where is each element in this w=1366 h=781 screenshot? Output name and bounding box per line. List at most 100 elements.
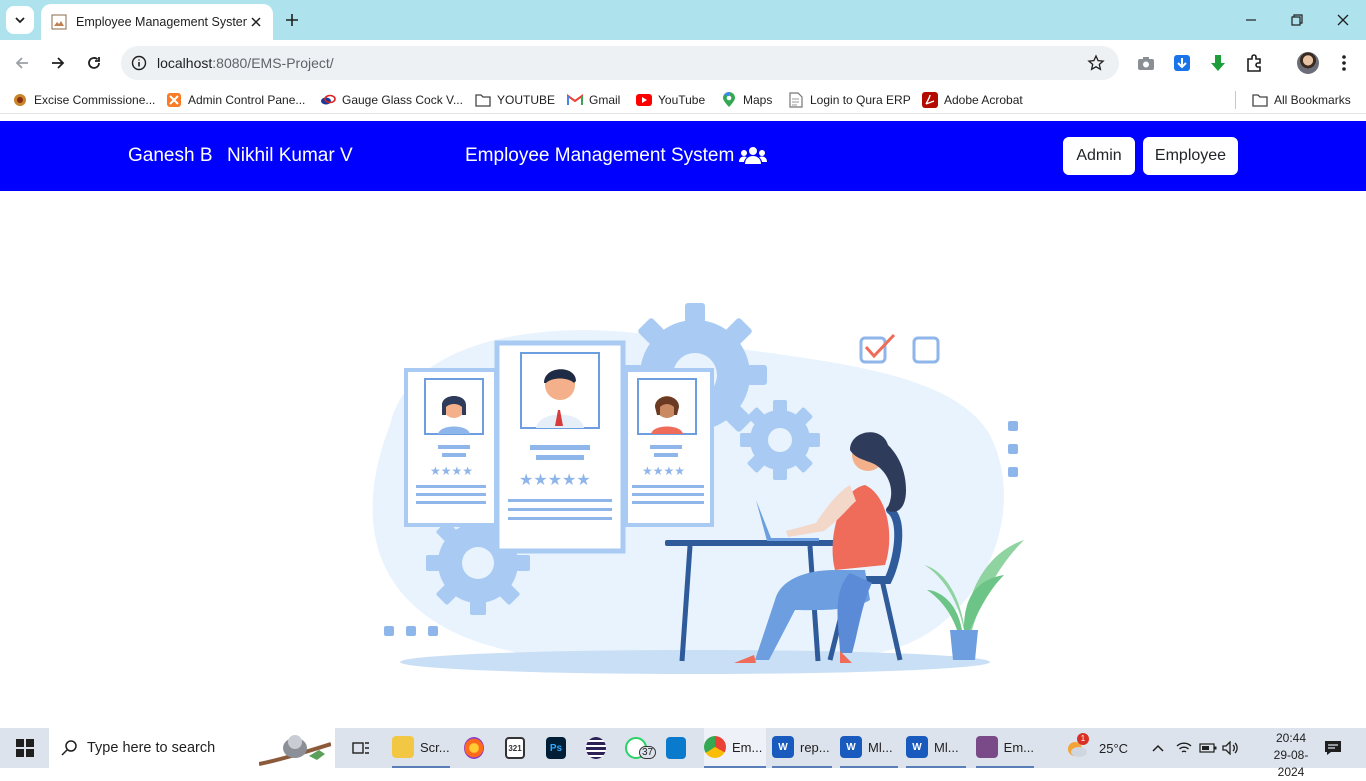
nav-brand[interactable]: Employee Management System (465, 145, 768, 167)
bookmark-item[interactable]: Excise Commissione... (12, 91, 155, 109)
youtube-icon (636, 92, 652, 108)
nav-brand-text: Employee Management System (465, 145, 735, 166)
menu-button[interactable] (1330, 49, 1358, 77)
notifications-button[interactable] (1324, 728, 1342, 768)
close-window-button[interactable] (1320, 6, 1366, 34)
bookmarks-divider (1235, 91, 1236, 109)
restore-button[interactable] (1274, 6, 1320, 34)
battery-button[interactable] (1199, 728, 1217, 768)
profile-avatar[interactable] (1297, 52, 1319, 74)
brand-icon (320, 92, 336, 108)
calendar-icon: 321 (505, 737, 525, 759)
bookmark-item[interactable]: YouTube (636, 91, 705, 109)
reload-button[interactable] (80, 49, 108, 77)
task-view-button[interactable] (350, 728, 372, 768)
forward-button[interactable] (44, 49, 72, 77)
address-bar[interactable]: localhost:8080/EMS-Project/ (121, 46, 1119, 80)
screenshot-button[interactable] (1132, 49, 1160, 77)
taskbar-app-word-1[interactable]: W rep... (772, 728, 832, 768)
bookmark-label: Gauge Glass Cock V... (342, 93, 463, 107)
taskbar-app-whatsapp[interactable]: 37 (625, 728, 661, 768)
search-icon (61, 740, 77, 756)
word-icon: W (772, 736, 794, 758)
browser-tab[interactable]: Employee Management System (41, 4, 273, 40)
taskbar-app-eclipse[interactable] (586, 728, 612, 768)
tab-search-button[interactable] (6, 6, 34, 34)
employee-button[interactable]: Employee (1143, 137, 1238, 175)
bookmark-item[interactable]: Gmail (567, 91, 620, 109)
clock-date: 29-08-2024 (1273, 748, 1309, 779)
browser-toolbar: localhost:8080/EMS-Project/ (0, 40, 1366, 86)
taskbar-search-placeholder: Type here to search (87, 740, 216, 756)
windows-logo-icon (16, 739, 34, 757)
taskbar-app-calendar[interactable]: 321 (505, 728, 531, 768)
taskbar-app-label: Ml... (868, 739, 893, 755)
file-explorer-icon (392, 736, 414, 758)
back-button[interactable] (8, 49, 36, 77)
bookmark-item[interactable]: Login to Qura ERP (788, 91, 911, 109)
site-navbar: Ganesh B Nikhil Kumar V Employee Managem… (0, 121, 1366, 191)
bookmark-label: Gmail (589, 93, 621, 107)
bookmark-item[interactable]: Admin Control Pane... (166, 91, 305, 109)
bookmark-item[interactable]: YOUTUBE (475, 91, 555, 109)
arrow-right-icon (52, 57, 65, 69)
hero-illustration: ★★★★ ★★★★ ★★★★★ (372, 303, 1024, 674)
firefox-icon (464, 737, 484, 759)
chevron-down-icon (15, 17, 25, 24)
bookmark-label: YOUTUBE (497, 93, 556, 107)
bookmark-item[interactable]: Adobe Acrobat (922, 91, 1023, 109)
new-tab-button[interactable] (280, 8, 304, 32)
taskbar-app-ems[interactable]: Em... (976, 728, 1034, 768)
gmail-icon (567, 92, 583, 108)
weather-widget[interactable]: 1 25°C (1065, 728, 1128, 768)
site-info-icon[interactable] (131, 55, 147, 71)
reload-icon (88, 57, 100, 69)
show-hidden-icons-button[interactable] (1152, 728, 1164, 768)
taskbar-app-chrome[interactable]: Em... (704, 728, 766, 768)
download-extension-button[interactable] (1168, 49, 1196, 77)
app-icon (976, 736, 998, 758)
bookmark-label: Admin Control Pane... (188, 93, 306, 107)
page-icon (788, 92, 804, 108)
nav-author-1[interactable]: Ganesh B (128, 145, 213, 167)
bookmark-label: Excise Commissione... (34, 93, 156, 107)
taskbar-app-word-3[interactable]: W Ml... (906, 728, 966, 768)
network-button[interactable] (1176, 728, 1192, 768)
start-button[interactable] (12, 728, 38, 768)
task-view-icon (352, 742, 369, 754)
bookmark-item[interactable]: Gauge Glass Cock V... (320, 91, 463, 109)
minimize-button[interactable] (1228, 6, 1274, 34)
extensions-button[interactable] (1240, 49, 1268, 77)
all-bookmarks-label: All Bookmarks (1274, 93, 1351, 107)
admin-button[interactable]: Admin (1063, 137, 1135, 175)
chevron-up-icon (1152, 744, 1164, 752)
system-clock[interactable]: 20:44 29-08-2024 (1268, 730, 1314, 781)
puzzle-icon (1247, 54, 1261, 72)
xampp-icon (166, 92, 182, 108)
folder-icon (1252, 92, 1268, 108)
taskbar-app-label: Scr... (420, 739, 450, 755)
volume-button[interactable] (1222, 728, 1240, 768)
taskbar-app-firefox[interactable] (464, 728, 490, 768)
speaker-icon (1222, 741, 1238, 755)
taskbar-app-photoshop[interactable]: Ps (546, 728, 572, 768)
taskbar-app-file-explorer[interactable]: Scr... (392, 728, 450, 768)
taskbar-app-label: Ml... (934, 739, 959, 755)
green-download-icon (1211, 55, 1225, 71)
nav-author-2[interactable]: Nikhil Kumar V (227, 145, 353, 167)
idm-extension-button[interactable] (1204, 49, 1232, 77)
eclipse-icon (586, 737, 606, 759)
taskbar-app-word-2[interactable]: W Ml... (840, 728, 898, 768)
all-bookmarks-button[interactable]: All Bookmarks (1252, 91, 1351, 109)
taskbar-app-vscode[interactable] (666, 728, 692, 768)
clock-time: 20:44 (1275, 731, 1307, 745)
restore-icon (1291, 14, 1303, 26)
bookmark-star-icon[interactable] (1087, 54, 1105, 72)
windows-taskbar: Type here to search Scr... 321 Ps 37 Em.… (0, 728, 1366, 779)
taskbar-search-box[interactable]: Type here to search (49, 728, 335, 768)
close-tab-button[interactable] (247, 13, 265, 31)
weather-icon: 1 (1065, 733, 1089, 759)
bookmark-item[interactable]: Maps (721, 91, 772, 109)
plus-icon (286, 14, 298, 26)
svg-text:★★★★: ★★★★ (430, 464, 473, 478)
